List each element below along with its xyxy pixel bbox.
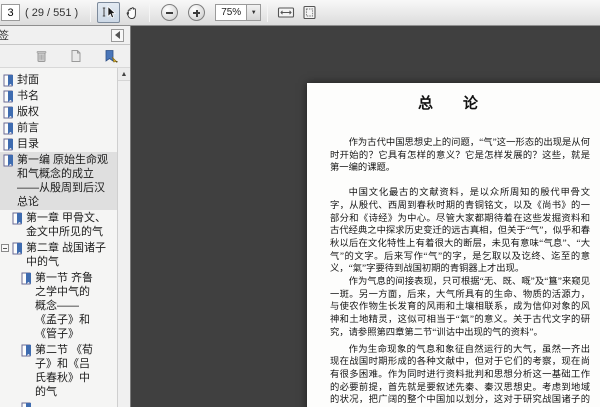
bookmark-label: 第一编 原始生命观和气概念的成立——从殷周到后汉总论 <box>17 154 109 208</box>
bookmark-item[interactable]: 第一编 原始生命观和气概念的成立——从殷周到后汉总论 <box>0 152 117 210</box>
fit-width-button[interactable] <box>274 2 298 23</box>
bookmark-item[interactable] <box>0 400 117 407</box>
bookmark-item[interactable]: 前言 <box>0 120 117 136</box>
page-plus-icon <box>70 49 82 63</box>
hand-tool-button[interactable] <box>120 2 143 23</box>
select-tool-button[interactable] <box>97 2 121 23</box>
zoom-dropdown-button[interactable]: ▼ <box>247 4 262 21</box>
scroll-up-arrow-icon[interactable]: ▲ <box>118 68 130 81</box>
bookmark-label: 第一节 齐鲁之学中气的概念——《孟子》和《管子》 <box>35 272 94 340</box>
body-paragraph: 作为气息的间接表现，只可根据“无、既、嘅”及“簋”来窥见一斑。另一方面，后来，大… <box>330 277 590 338</box>
bookmark-icon <box>3 74 14 87</box>
zoom-level-control: 75% ▼ <box>215 4 262 21</box>
document-canvas[interactable]: 总 论 作为古代中国思想史上的问题，“气”这一形态的出现是从何时开始的？它具有怎… <box>131 26 600 407</box>
bookmark-pencil-icon <box>104 49 119 64</box>
bookmark-label: 书名 <box>17 90 39 102</box>
bookmark-item[interactable]: 第一章 甲骨文、金文中所见的气 <box>0 210 117 240</box>
page-title: 总 论 <box>417 96 478 112</box>
page-body-text: 作为古代中国思想史上的问题，“气”这一形态的出现是从何时开始的？它具有怎样的意义… <box>330 137 590 407</box>
bookmark-icon <box>21 402 32 407</box>
plus-circle-icon <box>188 4 206 21</box>
trash-icon <box>35 49 48 63</box>
toolbar: ( 29 / 551 ) 75% ▼ <box>0 0 600 26</box>
zoom-out-button[interactable] <box>156 2 183 23</box>
bookmark-item[interactable]: 版权 <box>0 104 117 120</box>
toolbar-separator <box>90 3 92 22</box>
delete-bookmark-button[interactable] <box>32 47 51 65</box>
bookmark-icon <box>3 106 14 119</box>
bookmark-item[interactable]: 封面 <box>0 72 117 88</box>
bookmark-item[interactable]: 目录 <box>0 136 117 152</box>
toolbar-separator <box>267 3 269 22</box>
fit-page-button[interactable] <box>298 2 321 23</box>
bookmark-item[interactable]: 第一节 齐鲁之学中气的概念——《孟子》和《管子》 <box>0 270 117 342</box>
bookmark-icon <box>12 242 23 255</box>
bookmark-icon <box>21 272 32 285</box>
bookmarks-list: 封面书名版权前言目录第一编 原始生命观和气概念的成立——从殷周到后汉总论第一章 … <box>0 68 117 407</box>
bookmark-item[interactable]: 第二章 战国诸子中的气 <box>0 240 117 270</box>
hand-icon <box>124 5 140 21</box>
bookmark-icon <box>21 344 32 357</box>
bookmark-label: 封面 <box>17 74 39 86</box>
collapse-minus-icon[interactable] <box>1 244 9 252</box>
zoom-level-value[interactable]: 75% <box>215 4 248 21</box>
body-paragraph: 中国文化最古的文献资料，是以众所周知的殷代甲骨文字，从殷代、西周到春秋时期的青铜… <box>330 188 590 275</box>
body-paragraph: 作为生命现象的气息和象征自然运行的大气，虽然一齐出现在战国时期形成的各种文献中，… <box>330 344 590 406</box>
bookmarks-panel-title: 书签 <box>0 30 9 42</box>
bookmark-item[interactable]: 书名 <box>0 88 117 104</box>
select-cursor-icon <box>101 5 117 21</box>
collapse-panel-button[interactable] <box>111 28 124 42</box>
fit-width-icon <box>277 5 295 20</box>
bookmarks-scrollbar[interactable]: ▲ <box>117 68 130 407</box>
bookmark-icon <box>3 90 14 103</box>
bookmark-label: 版权 <box>17 106 39 118</box>
edit-bookmark-button[interactable] <box>101 47 122 65</box>
page-number-input[interactable] <box>1 4 20 21</box>
bookmark-label: 前言 <box>17 122 39 134</box>
document-page: 总 论 作为古代中国思想史上的问题，“气”这一形态的出现是从何时开始的？它具有怎… <box>307 83 600 407</box>
bookmarks-list-container: 封面书名版权前言目录第一编 原始生命观和气概念的成立——从殷周到后汉总论第一章 … <box>0 68 130 407</box>
bookmark-icon <box>3 154 14 167</box>
bookmark-item[interactable]: 第二节 《荀子》和《吕氏春秋》中的气 <box>0 342 117 400</box>
minus-circle-icon <box>161 4 179 21</box>
toolbar-separator <box>149 3 151 22</box>
bookmark-label: 目录 <box>17 138 39 150</box>
bookmark-icon <box>3 138 14 151</box>
bookmark-icon <box>3 122 14 135</box>
bookmarks-panel: 书签 <box>0 26 131 407</box>
zoom-in-button[interactable] <box>183 2 210 23</box>
body-paragraph: 作为古代中国思想史上的问题，“气”这一形态的出现是从何时开始的？它具有怎样的意义… <box>330 138 590 174</box>
bookmark-icon <box>12 212 23 225</box>
new-bookmark-button[interactable] <box>67 47 85 65</box>
bookmark-label: 第二节 《荀子》和《吕氏春秋》中的气 <box>35 344 94 398</box>
bookmark-label: 第二章 战国诸子中的气 <box>26 242 107 268</box>
page-count-label: ( 29 / 551 ) <box>25 6 79 19</box>
fit-page-icon <box>302 5 317 20</box>
bookmark-label: 第一章 甲骨文、金文中所见的气 <box>26 212 107 238</box>
bookmarks-toolbar <box>0 45 130 68</box>
bookmarks-panel-header: 书签 <box>0 26 130 45</box>
